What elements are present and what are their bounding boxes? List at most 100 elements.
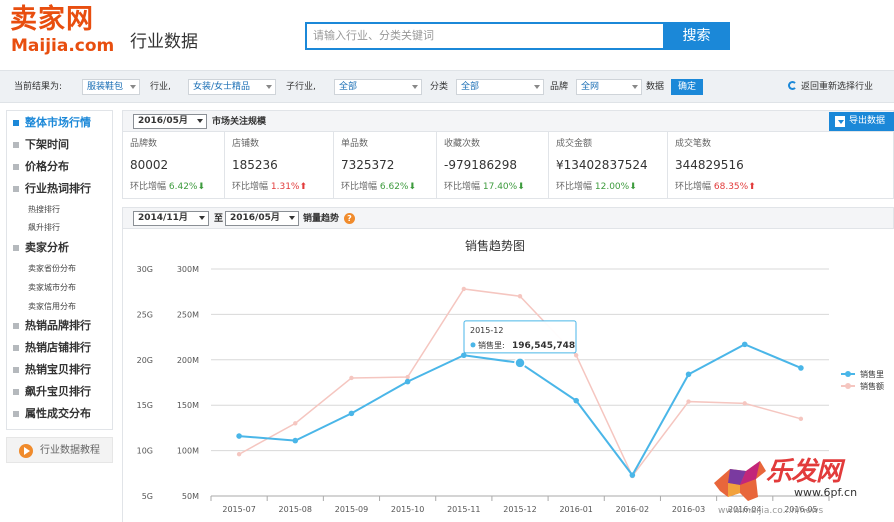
sidebar-item-label: 价格分布 [25,160,69,173]
stat-change: 环比增幅 1.31%⬆ [232,182,308,192]
sidebar-item-label: 整体市场行情 [25,116,91,129]
category-select[interactable]: 全部 [456,79,544,95]
tutorial-label: 行业数据教程 [40,445,100,456]
x-axis-tick-label: 2015-07 [222,505,255,514]
brand-value: 全网 [581,82,600,92]
sidebar-subitem-seller-credit[interactable]: 卖家信用分布 [28,301,76,313]
sidebar-item-market-overview[interactable]: 整体市场行情 [7,114,112,132]
sidebar-subitem-seller-province[interactable]: 卖家省份分布 [28,263,76,275]
bullet-icon [13,164,19,170]
watermark: 乐发网 www.6pf.cn www.maijia.co...n/news [708,455,894,522]
bullet-icon [13,186,19,192]
stat-value: 7325372 [341,158,395,172]
sidebar-item-hot-brands[interactable]: 热销品牌排行 [7,317,112,335]
y-axis-right-tick: 250M [177,310,199,319]
chevron-down-icon [412,85,418,89]
x-axis-tick-label: 2015-08 [279,505,312,514]
x-axis-tick-label: 2015-10 [391,505,424,514]
y-axis-left-tick: 5G [142,492,153,501]
bullet-icon [13,120,19,126]
y-axis-right-tick: 200M [177,356,199,365]
sub-industry-select[interactable]: 全部 [334,79,422,95]
industry-select[interactable]: 女装/女士精品 [188,79,276,95]
series-line-amount [238,288,802,478]
sidebar-item-seller-analysis[interactable]: 卖家分析 [7,239,112,257]
stat-label: 单品数 [341,139,369,149]
y-axis-left-tick: 20G [137,356,153,365]
bull-logo-icon [714,461,766,501]
sub-industry-label: 子行业, [286,82,316,92]
x-axis-tick-label: 2016-02 [616,505,649,514]
sidebar-item-price-distribution[interactable]: 价格分布 [7,158,112,176]
search-button[interactable]: 搜索 [663,22,730,50]
stat-change: 环比增幅 12.00%⬇ [556,182,637,192]
y-axis-left-tick: 10G [137,447,153,456]
sidebar: 整体市场行情 下架时间 价格分布 行业热词排行 热搜排行 飙升排行 卖家分析 卖… [6,110,113,430]
stat-value: 80002 [130,158,169,172]
data-point-volume [404,378,411,385]
stat-change: 环比增幅 17.40%⬇ [444,182,525,192]
bullet-icon [13,142,19,148]
sidebar-item-keyword-ranking[interactable]: 行业热词排行 [7,180,112,198]
sidebar-item-rising-items[interactable]: 飙升宝贝排行 [7,383,112,401]
stat-label: 成交金额 [556,139,593,149]
sidebar-item-label: 卖家分析 [25,241,69,254]
bullet-icon [13,323,19,329]
y-axis-left-tick: 30G [137,265,153,274]
arrow-down-icon: ⬇ [408,182,417,192]
sidebar-subitem-rising[interactable]: 飙升排行 [28,222,60,234]
arrow-down-icon: ⬇ [517,182,525,192]
tutorial-button[interactable]: 行业数据教程 [6,437,113,463]
arrow-down-icon: ⬇ [197,182,206,192]
arrow-up-icon: ⬆ [299,182,308,192]
download-icon [835,116,845,127]
to-month-select[interactable]: 2016/05月 [225,211,299,226]
back-reselect-link[interactable]: 返回重新选择行业 [788,81,873,93]
chart-title: 销售趋势图 [465,238,525,253]
arrow-up-icon: ⬆ [748,182,756,192]
sidebar-item-hot-items[interactable]: 热销宝贝排行 [7,361,112,379]
search-input[interactable]: 请输入行业、分类关键词 [305,22,663,50]
confirm-button[interactable]: 确定 [671,79,703,95]
data-point-amount [293,421,298,426]
category-label: 分类 [430,82,449,92]
sidebar-item-attribute-distribution[interactable]: 属性成交分布 [7,405,112,423]
chevron-down-icon [632,85,638,89]
data-point-amount [686,399,691,404]
data-point-volume [573,397,579,404]
export-data-button[interactable]: 导出数据 [829,112,894,131]
industry-top-select[interactable]: 服装鞋包 [82,79,140,95]
logo[interactable]: 卖家网 [10,4,94,36]
current-result-label: 当前结果为: [14,82,63,92]
data-point-amount [236,452,242,457]
sidebar-item-label: 热销店铺排行 [25,341,91,354]
sidebar-item-delist-time[interactable]: 下架时间 [7,136,112,154]
data-point-amount [573,353,579,358]
chevron-down-icon [266,85,272,89]
sidebar-item-hot-shops[interactable]: 热销店铺排行 [7,339,112,357]
data-point-volume [292,437,299,444]
sidebar-subitem-hot-search[interactable]: 热搜排行 [28,204,60,216]
y-axis-right-tick: 50M [182,492,199,501]
trend-title: 销量趋势 [303,214,340,224]
filter-bar: 当前结果为: 服装鞋包 行业, 女装/女士精品 子行业, 全部 分类 全部 品牌… [0,70,894,103]
bullet-icon [13,345,19,351]
brand-select[interactable]: 全网 [576,79,642,95]
export-label: 导出数据 [849,116,886,126]
from-month-select[interactable]: 2014/11月 [133,211,209,226]
stat-label: 品牌数 [130,139,158,149]
month-select[interactable]: 2016/05月 [133,114,207,129]
play-icon [19,444,33,458]
legend-marker [845,371,851,377]
stat-label: 收藏次数 [444,139,481,149]
chevron-down-icon [199,216,205,220]
data-point-volume [798,365,804,371]
chevron-down-icon [130,85,136,89]
help-icon[interactable]: ? [344,213,355,224]
data-point-volume [629,472,636,478]
arrow-down-icon: ⬇ [629,182,637,192]
logo-domain[interactable]: Maijia.com [11,37,114,55]
sidebar-subitem-seller-city[interactable]: 卖家城市分布 [28,282,76,294]
sidebar-item-label: 下架时间 [25,138,69,151]
data-point-volume [236,433,242,439]
